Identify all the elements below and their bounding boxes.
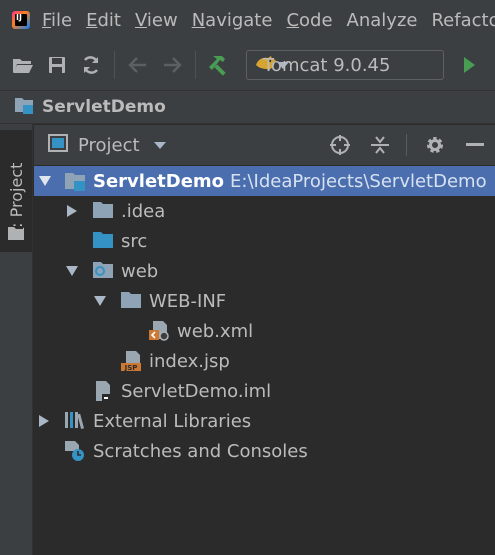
scratches-icon [64,440,86,462]
svg-text:JSP: JSP [124,364,138,372]
back-icon[interactable] [125,52,151,78]
tree-row-scratches[interactable]: Scratches and Consoles [34,436,495,466]
tree-label-webxml: web.xml [177,320,254,342]
menu-edit[interactable]: Edit [86,10,121,31]
sync-icon[interactable] [78,52,104,78]
save-icon[interactable] [44,52,70,78]
xml-web-descriptor-icon [148,320,170,342]
tree-label-iml: ServletDemo.iml [121,380,272,402]
expand-arrow-right-icon[interactable] [37,414,51,428]
toolbar-separator [114,51,115,79]
tree-row-idea[interactable]: .idea [34,196,495,226]
left-tool-stripe: 1: Project [0,124,33,555]
expand-arrow-down-icon[interactable] [38,174,52,188]
tree-label-src: src [121,230,148,252]
menu-refactor[interactable]: Refactor [431,10,495,31]
run-configuration-select[interactable]: Tomcat 9.0.45 [246,50,444,80]
locate-icon[interactable] [328,133,352,157]
tree-row-web[interactable]: web [34,256,495,286]
chevron-down-icon[interactable] [153,141,166,149]
breadcrumb-project[interactable]: ServletDemo [42,97,166,117]
menu-navigate[interactable]: Navigate [192,10,273,31]
tree-label-scratches: Scratches and Consoles [93,440,308,462]
run-configuration-label: Tomcat 9.0.45 [263,54,391,76]
main-toolbar: Tomcat 9.0.45 [0,40,495,90]
collapse-all-icon[interactable] [368,133,392,157]
jsp-file-icon: JSP [120,350,142,372]
project-name: ServletDemo [93,170,225,192]
tree-label-indexjsp: index.jsp [149,350,230,372]
project-tool-window-tab[interactable]: 1: Project [0,130,32,252]
menu-code[interactable]: Code [286,10,332,31]
breadcrumb: ServletDemo [0,90,495,124]
build-hammer-icon[interactable] [206,52,232,78]
project-panel-header: Project [34,125,495,165]
tree-row-webinf[interactable]: WEB-INF [34,286,495,316]
tree-row-iml[interactable]: ServletDemo.iml [34,376,495,406]
run-icon[interactable] [464,57,475,73]
tree-row-external-libraries[interactable]: External Libraries [34,406,495,436]
folder-icon [8,224,24,245]
folder-icon [92,200,114,222]
menu-bar: IJ File Edit View Navigate Code Analyze … [0,0,495,40]
tree-row-webxml[interactable]: web.xml [34,316,495,346]
source-folder-icon [92,230,114,252]
tree-label-idea: .idea [121,200,166,222]
forward-icon[interactable] [159,52,185,78]
module-folder-icon [64,170,86,192]
project-folder-icon [14,96,34,119]
menu-file[interactable]: File [42,10,72,31]
tree-row-src[interactable]: src [34,226,495,256]
tree-label-external-libraries: External Libraries [93,410,252,432]
tree-row-project-root[interactable]: ServletDemo E:\IdeaProjects\ServletDemo [34,166,495,196]
expand-arrow-down-icon[interactable] [93,294,107,308]
project-view-title[interactable]: Project [78,135,140,156]
tree-label-webinf: WEB-INF [149,290,227,312]
tree-row-indexjsp[interactable]: JSP index.jsp [34,346,495,376]
iml-file-icon [92,380,114,402]
open-folder-icon[interactable] [10,52,36,78]
menu-analyze[interactable]: Analyze [347,10,418,31]
intellij-logo-icon: IJ [12,11,30,29]
project-path: E:\IdeaProjects\ServletDemo [230,170,487,192]
hide-icon[interactable] [463,133,487,157]
expand-arrow-down-icon[interactable] [65,264,79,278]
menu-view[interactable]: View [135,10,178,31]
libraries-icon [64,410,86,432]
panel-separator [406,134,407,156]
folder-icon [120,290,142,312]
gear-icon[interactable] [423,133,447,157]
toolbar-separator [195,51,196,79]
web-folder-icon [92,260,114,282]
tree-label-web: web [121,260,159,282]
expand-arrow-right-icon[interactable] [65,204,79,218]
project-view-icon [48,133,68,157]
